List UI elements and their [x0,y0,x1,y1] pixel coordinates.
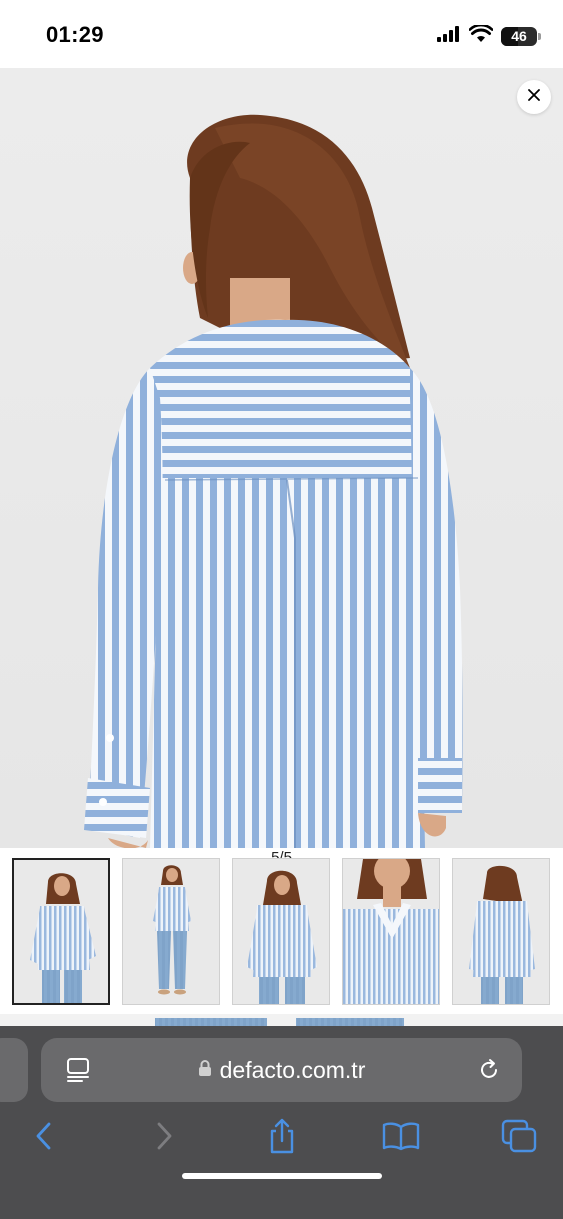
thumbnail-back-view[interactable] [452,858,550,1005]
lock-icon [198,1059,212,1082]
thumbnail-strip [12,858,563,1006]
chevron-left-icon [34,1121,54,1156]
status-time: 01:29 [46,22,104,47]
tabs-button[interactable] [496,1116,542,1160]
wifi-icon [468,23,494,48]
battery-cap [538,32,541,40]
browser-toolbar [0,1116,563,1160]
model-back-view-illustration [84,114,463,848]
status-bar: 01:29 46 [0,0,563,68]
forward-button[interactable] [142,1116,186,1160]
address-bar[interactable]: defacto.com.tr [41,1038,522,1102]
share-button[interactable] [260,1116,304,1160]
reload-icon[interactable] [476,1057,502,1088]
url-text: defacto.com.tr [219,1056,366,1083]
thumbnail-front-hand-in-pocket[interactable] [232,858,330,1005]
battery-percentage: 46 [511,28,527,44]
close-button[interactable] [517,80,551,114]
home-indicator [182,1173,382,1179]
tabs-icon [501,1119,537,1158]
chevron-right-icon [154,1121,174,1156]
browser-chrome: defacto.com.tr [0,1026,563,1219]
product-main-image[interactable] [0,68,563,848]
bookmarks-button[interactable] [378,1116,424,1160]
share-icon [267,1118,297,1159]
thumbnail-full-length-front[interactable] [122,858,220,1005]
thumbnail-collar-closeup[interactable] [342,858,440,1005]
book-icon [382,1121,420,1156]
previous-tab-preview[interactable] [0,1038,28,1102]
address-content: defacto.com.tr [41,1038,522,1102]
back-button[interactable] [22,1116,66,1160]
thumbnail-front-sleeves-rolled[interactable] [12,858,110,1005]
battery-icon: 46 [501,26,541,46]
close-icon [528,88,540,106]
status-icons: 46 [437,23,541,48]
cellular-signal-icon [437,25,461,47]
